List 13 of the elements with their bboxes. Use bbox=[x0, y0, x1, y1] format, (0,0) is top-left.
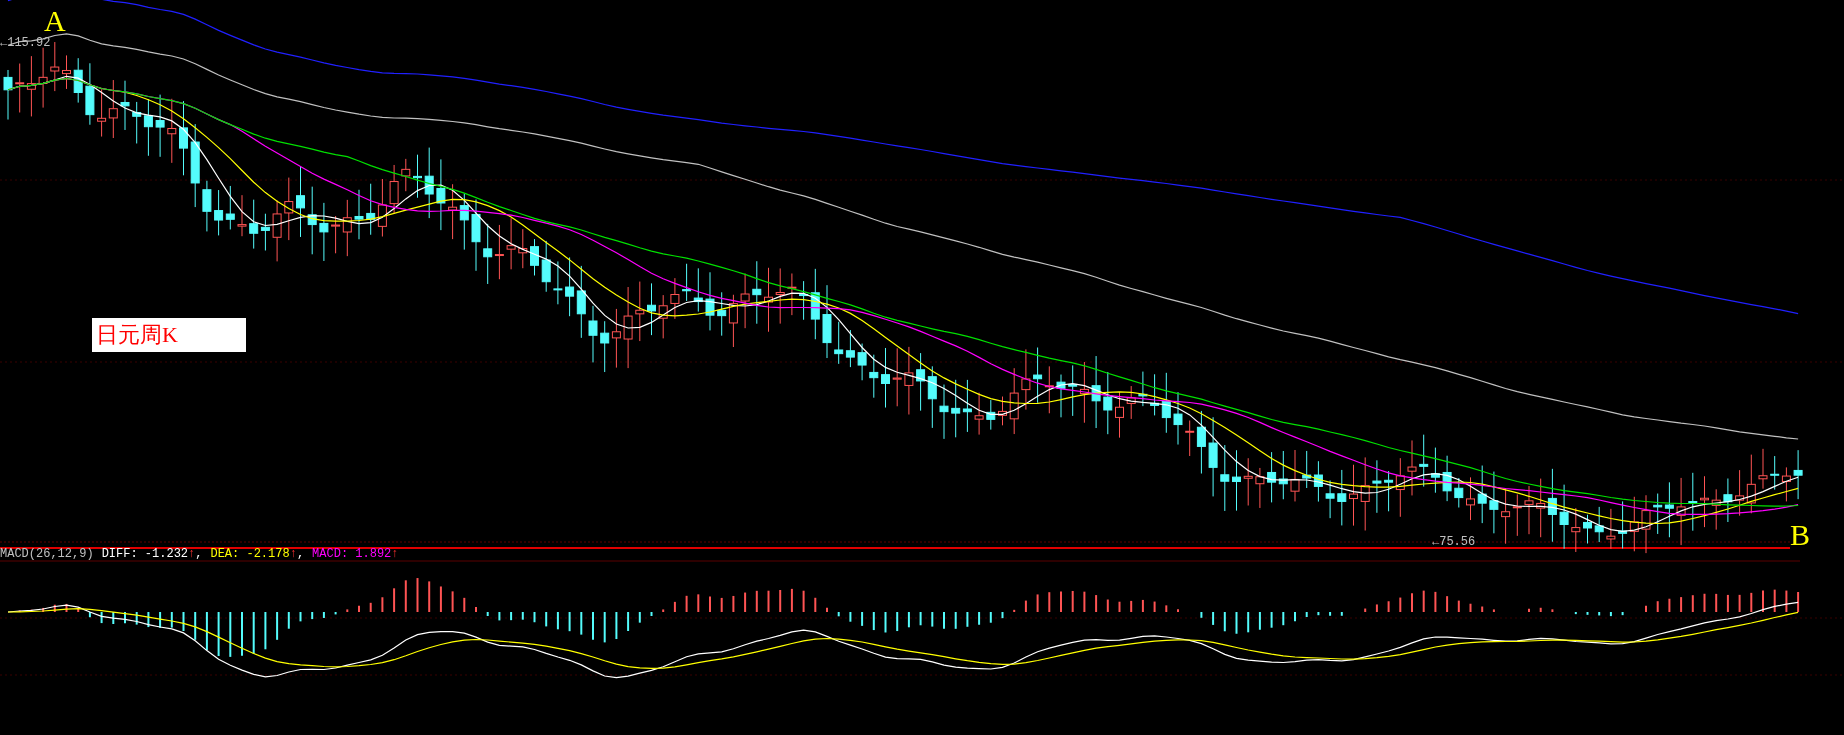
trend-arrow: ↑ bbox=[188, 546, 196, 562]
separator-text: , bbox=[296, 546, 305, 562]
indicator-value: MACD: 1.892 bbox=[312, 546, 392, 562]
chart-title: 日元周K bbox=[92, 318, 246, 352]
point-label: B bbox=[1790, 520, 1810, 550]
point-label: A bbox=[44, 6, 66, 36]
indicator-value: DIFF: -1.232 bbox=[101, 546, 189, 562]
separator-text: , bbox=[195, 546, 203, 562]
price-marker: ←75.56 bbox=[1432, 535, 1476, 549]
trend-arrow: ↑ bbox=[391, 546, 399, 562]
trend-arrow: ↑ bbox=[289, 546, 297, 562]
indicator-name: MACD(26,12,9) bbox=[0, 546, 94, 562]
indicator-value: DEA: -2.178 bbox=[210, 546, 290, 562]
